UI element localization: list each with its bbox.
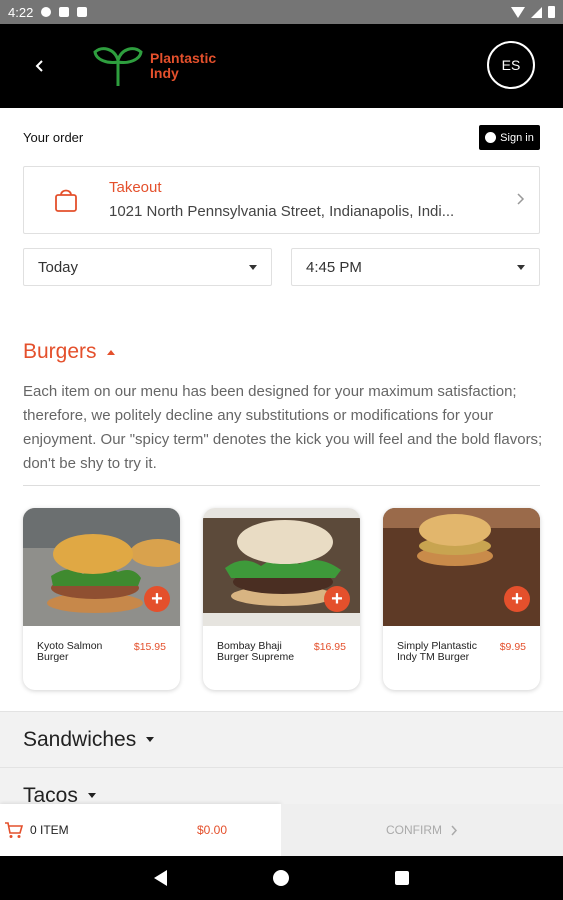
menu-item-card[interactable]: + Bombay Bhaji Burger Supreme $16.95 bbox=[203, 508, 360, 690]
menu-item-card[interactable]: + Simply Plantastic Indy TM Burger $9.95 bbox=[383, 508, 540, 690]
nav-home-icon[interactable] bbox=[273, 870, 289, 886]
dropdown-caret-icon bbox=[517, 264, 525, 270]
order-card: Your order Sign in Takeout 1021 North Pe… bbox=[0, 108, 563, 300]
add-item-button[interactable]: + bbox=[324, 586, 350, 612]
time-value: 4:45 PM bbox=[306, 258, 362, 276]
time-select[interactable]: 4:45 PM bbox=[291, 248, 540, 286]
confirm-button[interactable]: CONFIRM bbox=[281, 804, 563, 856]
cell-signal-icon bbox=[531, 6, 542, 18]
user-icon bbox=[485, 132, 497, 143]
date-value: Today bbox=[38, 258, 79, 276]
item-name: Kyoto Salmon Burger bbox=[37, 640, 103, 663]
cart-icon bbox=[5, 822, 24, 838]
item-name: Bombay Bhaji Burger Supreme bbox=[217, 640, 295, 663]
logo-line2: Indy bbox=[150, 65, 179, 81]
add-item-button[interactable]: + bbox=[144, 586, 170, 612]
sign-in-button[interactable]: Sign in bbox=[479, 125, 540, 150]
message-notification-icon bbox=[41, 7, 52, 17]
sd-card-icon bbox=[59, 7, 70, 17]
your-order-title: Your order bbox=[23, 130, 84, 145]
wifi-icon bbox=[511, 6, 525, 18]
sign-in-label: Sign in bbox=[500, 131, 534, 144]
add-item-button[interactable]: + bbox=[504, 586, 530, 612]
dropdown-caret-icon bbox=[249, 264, 257, 270]
category-description: Each item on our menu has been designed … bbox=[23, 383, 543, 472]
cart-summary[interactable]: 0 ITEM $0.00 bbox=[0, 804, 281, 856]
shopping-bag-icon bbox=[55, 189, 77, 212]
category-title: Sandwiches bbox=[23, 727, 137, 751]
nav-back-icon[interactable] bbox=[154, 870, 167, 886]
order-mode-label: Takeout bbox=[109, 179, 162, 196]
brand-logo[interactable]: Plantastic Indy bbox=[92, 44, 216, 88]
back-icon bbox=[35, 60, 43, 72]
item-price: $15.95 bbox=[133, 641, 166, 653]
logo-sprout-icon bbox=[93, 47, 143, 87]
expand-caret-icon bbox=[87, 793, 96, 798]
cart-item-count: 0 ITEM bbox=[30, 823, 69, 837]
system-nav-bar bbox=[0, 856, 563, 900]
category-title: Burgers bbox=[23, 340, 97, 363]
status-bar: 4:22 bbox=[0, 0, 563, 24]
item-name: Simply Plantastic Indy TM Burger bbox=[397, 640, 477, 663]
order-mode-selector[interactable]: Takeout 1021 North Pennsylvania Street, … bbox=[23, 166, 540, 234]
cart-total: $0.00 bbox=[196, 823, 227, 837]
menu-section: Burgers Each item on our menu has been d… bbox=[0, 300, 563, 711]
chevron-right-icon bbox=[517, 193, 525, 205]
expand-caret-icon bbox=[146, 737, 155, 742]
status-time: 4:22 bbox=[8, 4, 34, 20]
chevron-right-icon bbox=[451, 825, 458, 835]
back-button[interactable] bbox=[26, 52, 54, 80]
date-select[interactable]: Today bbox=[23, 248, 272, 286]
clipboard-icon bbox=[77, 7, 88, 17]
collapse-caret-icon bbox=[106, 349, 115, 355]
confirm-label: CONFIRM bbox=[386, 823, 442, 837]
cart-bar: 0 ITEM $0.00 CONFIRM bbox=[0, 804, 563, 856]
logo-line1: Plantastic bbox=[150, 50, 217, 66]
category-header-sandwiches[interactable]: Sandwiches bbox=[0, 711, 563, 767]
app-header: Plantastic Indy ES bbox=[0, 24, 563, 108]
nav-recents-icon[interactable] bbox=[395, 871, 409, 885]
item-price: $9.95 bbox=[499, 641, 526, 653]
language-toggle-button[interactable]: ES bbox=[487, 41, 535, 89]
pickup-address: 1021 North Pennsylvania Street, Indianap… bbox=[109, 203, 455, 220]
menu-item-card[interactable]: + Kyoto Salmon Burger $15.95 bbox=[23, 508, 180, 690]
divider bbox=[23, 485, 540, 486]
item-price: $16.95 bbox=[313, 641, 346, 653]
battery-icon bbox=[548, 6, 555, 18]
category-header-burgers[interactable]: Burgers bbox=[23, 340, 115, 364]
